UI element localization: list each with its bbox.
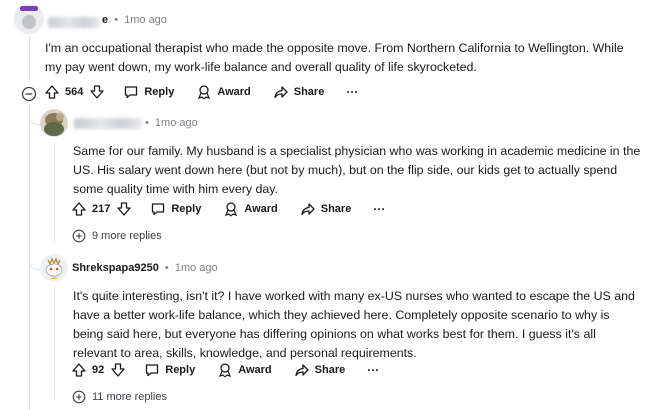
downvote-button[interactable] — [89, 84, 105, 100]
share-icon — [274, 86, 288, 99]
comment-actions: 92 Reply Award Share ··· — [71, 360, 379, 380]
avatar[interactable] — [40, 254, 68, 282]
share-button[interactable]: Share — [273, 84, 325, 100]
share-button[interactable]: Share — [294, 362, 346, 378]
avatar[interactable] — [14, 4, 44, 34]
reply-button[interactable]: Reply — [144, 362, 195, 378]
comment-body: Same for our family. My husband is a spe… — [73, 144, 641, 196]
upvote-button[interactable] — [44, 84, 60, 100]
award-label: Award — [238, 364, 272, 376]
upvote-button[interactable] — [71, 362, 87, 378]
more-replies-label: 11 more replies — [92, 391, 167, 403]
more-replies-link[interactable]: 9 more replies — [72, 229, 162, 243]
share-icon — [294, 364, 309, 377]
author-suffix: e — [102, 14, 109, 26]
upvote-icon — [72, 202, 86, 216]
reply-icon — [125, 86, 138, 99]
reply-connector — [29, 110, 40, 125]
timestamp: 1mo ago — [174, 262, 218, 274]
more-options-button[interactable]: ··· — [346, 85, 358, 99]
avatar[interactable] — [40, 109, 68, 137]
upvote-button[interactable] — [71, 201, 87, 217]
plus-circle-icon — [72, 390, 86, 404]
author-name[interactable]: Shrekspapa9250 — [72, 262, 159, 274]
share-label: Share — [320, 203, 352, 215]
award-label: Award — [244, 203, 278, 215]
plus-circle-icon — [72, 229, 86, 243]
thread-line — [54, 286, 55, 400]
share-label: Share — [314, 364, 346, 376]
reply-label: Reply — [144, 86, 175, 98]
reply-label: Reply — [165, 364, 196, 376]
collapse-icon — [21, 86, 37, 102]
reply-button[interactable]: Reply — [150, 201, 201, 217]
thread-line — [54, 142, 55, 242]
reply-icon — [146, 364, 159, 377]
vote-count: 92 — [92, 364, 105, 376]
comment-meta: e • 1mo ago — [102, 14, 167, 26]
timestamp: 1mo ago — [154, 117, 198, 129]
more-options-button[interactable]: ··· — [373, 202, 385, 216]
comment-body: I'm an occupational therapist who made t… — [45, 41, 624, 74]
downvote-icon — [117, 202, 132, 216]
comment-actions: 217 Reply Award Share ··· — [71, 199, 385, 219]
comment-meta: Shrekspapa9250 • 1mo ago — [72, 262, 218, 274]
more-replies-link[interactable]: 11 more replies — [72, 390, 167, 404]
award-button[interactable]: Award — [196, 84, 251, 100]
reply-button[interactable]: Reply — [123, 84, 174, 100]
share-button[interactable]: Share — [300, 201, 352, 217]
vote-count: 564 — [65, 86, 84, 98]
upvote-icon — [72, 363, 86, 377]
downvote-button[interactable] — [116, 201, 132, 217]
downvote-button[interactable] — [110, 362, 126, 378]
timestamp: 1mo ago — [124, 14, 167, 26]
reply-connector — [29, 255, 40, 270]
award-icon — [219, 363, 232, 378]
separator: • — [145, 117, 149, 129]
award-button[interactable]: Award — [223, 201, 278, 217]
separator: • — [114, 14, 119, 26]
downvote-icon — [111, 363, 125, 377]
share-label: Share — [293, 86, 325, 98]
author-name-redacted[interactable] — [74, 118, 142, 129]
award-button[interactable]: Award — [217, 362, 272, 378]
award-icon — [198, 85, 211, 100]
vote-count: 217 — [92, 203, 111, 215]
more-options-button[interactable]: ··· — [367, 363, 379, 377]
comment-meta: • 1mo ago — [145, 117, 198, 129]
more-replies-label: 9 more replies — [92, 230, 162, 242]
share-icon — [301, 203, 315, 216]
downvote-icon — [90, 85, 105, 99]
award-icon — [225, 202, 238, 217]
upvote-icon — [45, 85, 59, 99]
separator: • — [164, 262, 169, 274]
reply-label: Reply — [171, 203, 202, 215]
collapse-button[interactable] — [19, 84, 39, 104]
comment-body: It's quite interesting, isn't it? I have… — [73, 289, 635, 360]
snoo-icon — [40, 254, 68, 282]
award-label: Award — [217, 86, 251, 98]
comment-actions: 564 Reply Award Share ··· — [44, 82, 358, 102]
author-name-redacted[interactable] — [48, 17, 100, 28]
reply-icon — [152, 203, 165, 216]
